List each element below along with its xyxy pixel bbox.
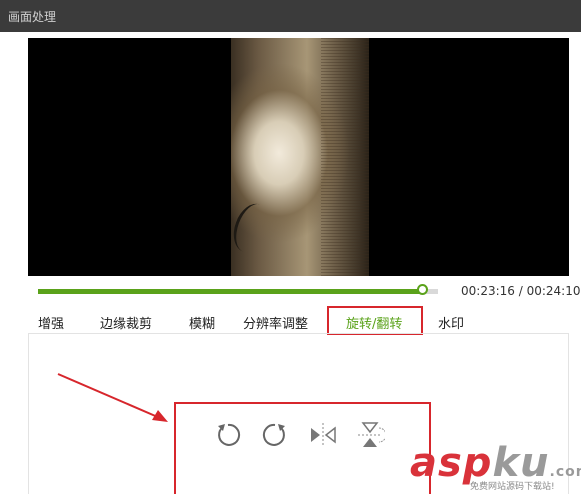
title-bar: 画面处理 [0,0,581,32]
seek-bar-handle[interactable] [417,284,428,295]
flip-vertical-icon [358,422,385,447]
tab-resolution[interactable]: 分辨率调整 [243,313,308,332]
time-separator: / [514,284,527,298]
seek-bar-fill [38,289,423,294]
current-time: 00:23:16 [461,284,515,298]
rotate-left-icon [218,423,241,446]
site-watermark: aspku.com 免费网站源码下载站! [410,440,581,494]
rotate-left-button[interactable] [213,420,243,450]
tab-watermark[interactable]: 水印 [438,313,464,332]
rotate-right-icon [262,423,285,446]
time-display: 00:23:16 / 00:24:10 [461,284,580,298]
flip-horizontal-button[interactable] [308,420,338,450]
active-tab-highlight-box [327,306,423,335]
tab-edge-crop[interactable]: 边缘裁剪 [100,313,152,332]
tab-blur[interactable]: 模糊 [189,313,215,332]
seek-bar[interactable] [38,284,438,295]
total-time: 00:24:10 [526,284,581,298]
flip-horizontal-icon [311,423,336,447]
rotate-right-button[interactable] [260,420,290,450]
frame-ornament [227,198,276,258]
tab-enhance[interactable]: 增强 [38,313,64,332]
frame-texture [321,38,369,276]
watermark-subtitle: 免费网站源码下载站! [470,482,555,492]
video-frame [227,38,369,276]
tab-bar: 增强 边缘裁剪 模糊 分辨率调整 旋转/翻转 水印 [28,309,569,333]
video-preview [28,38,569,276]
flip-vertical-button[interactable] [355,420,385,450]
window-title: 画面处理 [8,10,57,24]
